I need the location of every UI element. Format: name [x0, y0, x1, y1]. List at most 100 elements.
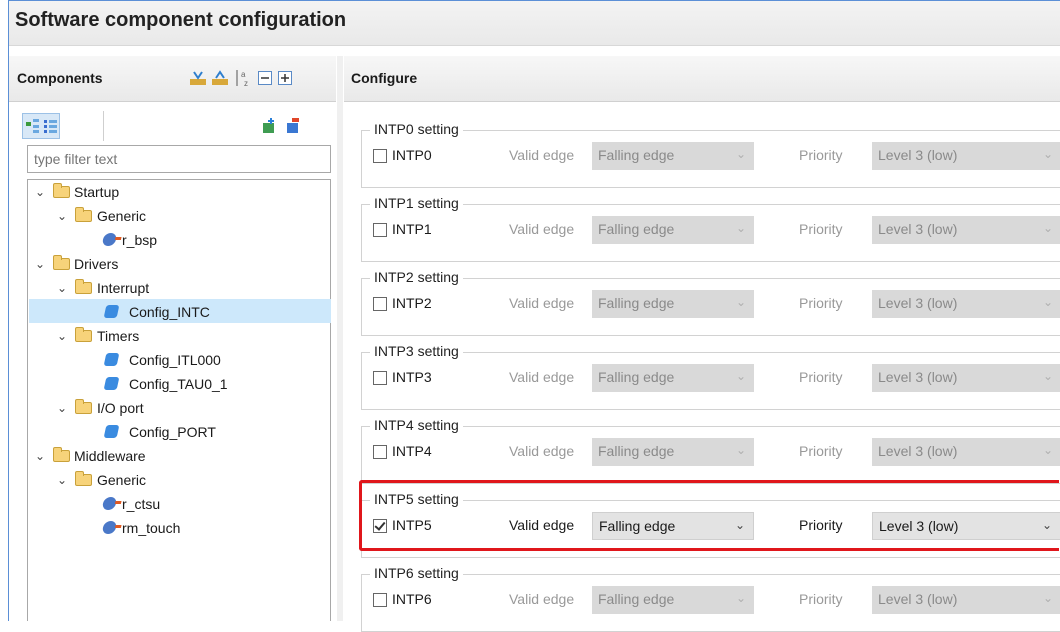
tree-node-config-intc[interactable]: Config_INTC [28, 300, 328, 324]
tree-view-icon [26, 119, 39, 133]
valid-edge-value: Falling edge [598, 221, 675, 237]
valid-edge-select[interactable]: Falling edge ⌄ [592, 216, 754, 244]
tree-node-label: Middleware [74, 448, 146, 464]
valid-edge-label: Valid edge [509, 147, 575, 163]
intp-enable-checkbox[interactable] [373, 149, 387, 163]
chevron-down-icon: ⌄ [735, 591, 746, 605]
tree-node-label: Generic [97, 472, 147, 488]
tree-node-label: Timers [97, 328, 140, 344]
folder-icon [53, 447, 70, 462]
bsp-component-icon [101, 233, 118, 246]
panel-splitter[interactable] [337, 56, 343, 621]
export-icon[interactable] [211, 70, 229, 86]
tree-node-timers[interactable]: ⌄ Timers [28, 324, 328, 348]
valid-edge-value: Falling edge [598, 443, 675, 459]
valid-edge-select[interactable]: Falling edge ⌄ [592, 364, 754, 392]
group-title: INTP3 setting [370, 343, 463, 359]
chevron-down-icon[interactable]: ⌄ [57, 324, 69, 348]
chevron-down-icon: ⌄ [735, 147, 746, 161]
import-icon[interactable] [189, 70, 207, 86]
valid-edge-label: Valid edge [509, 591, 575, 607]
tree-view-toggle[interactable] [22, 113, 60, 139]
tree-node-drivers[interactable]: ⌄ Drivers [28, 252, 328, 276]
priority-value: Level 3 (low) [878, 147, 958, 163]
driver-component-icon [103, 305, 120, 318]
chevron-down-icon[interactable]: ⌄ [35, 180, 47, 204]
priority-label: Priority [799, 221, 843, 237]
tree-node-startup[interactable]: ⌄ Startup [28, 180, 328, 204]
sort-alpha-icon[interactable]: a z [233, 68, 253, 88]
tree-node-label: rm_touch [122, 520, 181, 536]
tree-node-generic-middleware[interactable]: ⌄ Generic [28, 468, 328, 492]
group-title: INTP4 setting [370, 417, 463, 433]
middleware-component-icon [101, 497, 118, 510]
chevron-down-icon[interactable]: ⌄ [35, 444, 47, 468]
tree-node-config-port[interactable]: Config_PORT [28, 420, 328, 444]
priority-value: Level 3 (low) [878, 443, 958, 459]
tree-node-label: Startup [74, 184, 120, 200]
tree-node-rm-touch[interactable]: rm_touch [28, 516, 328, 540]
checkbox-label: INTP4 [392, 443, 432, 459]
chevron-down-icon[interactable]: ⌄ [57, 468, 69, 492]
folder-icon [75, 471, 92, 486]
valid-edge-select[interactable]: Falling edge ⌄ [592, 438, 754, 466]
valid-edge-value: Falling edge [598, 369, 675, 385]
valid-edge-label: Valid edge [509, 295, 575, 311]
expand-all-icon[interactable] [278, 71, 292, 85]
intp5-highlight-box [359, 480, 1059, 551]
add-component-icon[interactable] [261, 118, 277, 134]
valid-edge-label: Valid edge [509, 221, 575, 237]
remove-component-icon[interactable] [285, 118, 301, 134]
folder-icon [75, 399, 92, 414]
chevron-down-icon[interactable]: ⌄ [57, 276, 69, 300]
tree-node-label: Interrupt [97, 280, 150, 296]
tree-node-middleware[interactable]: ⌄ Middleware [28, 444, 328, 468]
priority-value: Level 3 (low) [878, 591, 958, 607]
group-title: INTP0 setting [370, 121, 463, 137]
tree-node-interrupt[interactable]: ⌄ Interrupt [28, 276, 328, 300]
priority-select[interactable]: Level 3 (low) ⌄ [872, 142, 1060, 170]
component-tree: ⌄ Startup ⌄ Generic r_bsp ⌄ Drivers ⌄ In… [27, 179, 331, 621]
tree-node-config-tau0-1[interactable]: Config_TAU0_1 [28, 372, 328, 396]
intp0-setting-group: INTP0 setting INTP0 Valid edge Falling edge… [361, 121, 1060, 188]
collapse-all-icon[interactable] [258, 71, 272, 85]
priority-label: Priority [799, 147, 843, 163]
tree-node-label: Config_TAU0_1 [129, 376, 228, 392]
chevron-down-icon[interactable]: ⌄ [57, 204, 69, 228]
priority-select[interactable]: Level 3 (low) ⌄ [872, 216, 1060, 244]
intp-enable-checkbox[interactable] [373, 445, 387, 459]
intp-enable-checkbox[interactable] [373, 297, 387, 311]
driver-component-icon [103, 377, 120, 390]
valid-edge-label: Valid edge [509, 443, 575, 459]
chevron-down-icon: ⌄ [735, 221, 746, 235]
tree-node-label: Generic [97, 208, 147, 224]
valid-edge-select[interactable]: Falling edge ⌄ [592, 290, 754, 318]
checkbox-label: INTP6 [392, 591, 432, 607]
tree-node-generic[interactable]: ⌄ Generic [28, 204, 328, 228]
chevron-down-icon[interactable]: ⌄ [35, 252, 47, 276]
chevron-down-icon: ⌄ [1042, 147, 1053, 161]
priority-value: Level 3 (low) [878, 369, 958, 385]
intp-enable-checkbox[interactable] [373, 371, 387, 385]
tree-node-r-ctsu[interactable]: r_ctsu [28, 492, 328, 516]
priority-select[interactable]: Level 3 (low) ⌄ [872, 364, 1060, 392]
priority-label: Priority [799, 369, 843, 385]
chevron-down-icon[interactable]: ⌄ [57, 396, 69, 420]
priority-select[interactable]: Level 3 (low) ⌄ [872, 438, 1060, 466]
filter-input[interactable] [27, 145, 331, 173]
priority-select[interactable]: Level 3 (low) ⌄ [872, 586, 1060, 614]
checkbox-label: INTP2 [392, 295, 432, 311]
tree-node-io-port[interactable]: ⌄ I/O port [28, 396, 328, 420]
folder-icon [53, 255, 70, 270]
configure-title: Configure [351, 70, 418, 86]
valid-edge-select[interactable]: Falling edge ⌄ [592, 142, 754, 170]
valid-edge-value: Falling edge [598, 147, 675, 163]
tree-node-r-bsp[interactable]: r_bsp [28, 228, 328, 252]
chevron-down-icon: ⌄ [735, 369, 746, 383]
tree-node-config-itl000[interactable]: Config_ITL000 [28, 348, 328, 372]
intp-enable-checkbox[interactable] [373, 223, 387, 237]
valid-edge-select[interactable]: Falling edge ⌄ [592, 586, 754, 614]
intp-enable-checkbox[interactable] [373, 593, 387, 607]
priority-value: Level 3 (low) [878, 295, 958, 311]
priority-select[interactable]: Level 3 (low) ⌄ [872, 290, 1060, 318]
